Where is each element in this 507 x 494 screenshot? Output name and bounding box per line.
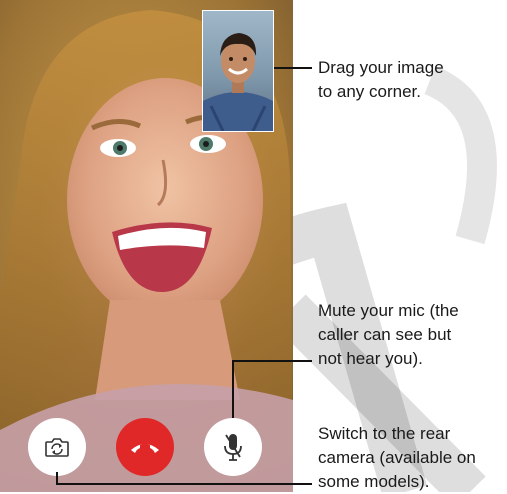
callout-line: Mute your mic (the (318, 301, 459, 320)
switch-camera-button[interactable] (28, 418, 86, 476)
callout-line: some models). (318, 472, 430, 491)
camera-flip-icon (45, 438, 69, 457)
mute-button[interactable] (204, 418, 262, 476)
callout-line: to any corner. (318, 82, 422, 101)
end-call-button[interactable] (116, 418, 174, 476)
flip-callout: Switch to the rear camera (available on … (318, 422, 507, 494)
call-screen (0, 0, 293, 492)
phone-hangup-icon (131, 444, 159, 453)
callout-line: Drag your image (318, 58, 444, 77)
microphone-icon (224, 434, 242, 461)
callout-line: caller can see but (318, 325, 452, 344)
callout-line: camera (available on (318, 448, 476, 467)
self-view-pip[interactable] (202, 10, 274, 132)
mute-callout: Mute your mic (the caller can see but no… (318, 299, 507, 371)
self-view-image (203, 33, 273, 131)
callout-line: Switch to the rear (318, 424, 451, 443)
pip-callout: Drag your image to any corner. (318, 56, 507, 104)
callout-line: not hear you). (318, 349, 423, 368)
